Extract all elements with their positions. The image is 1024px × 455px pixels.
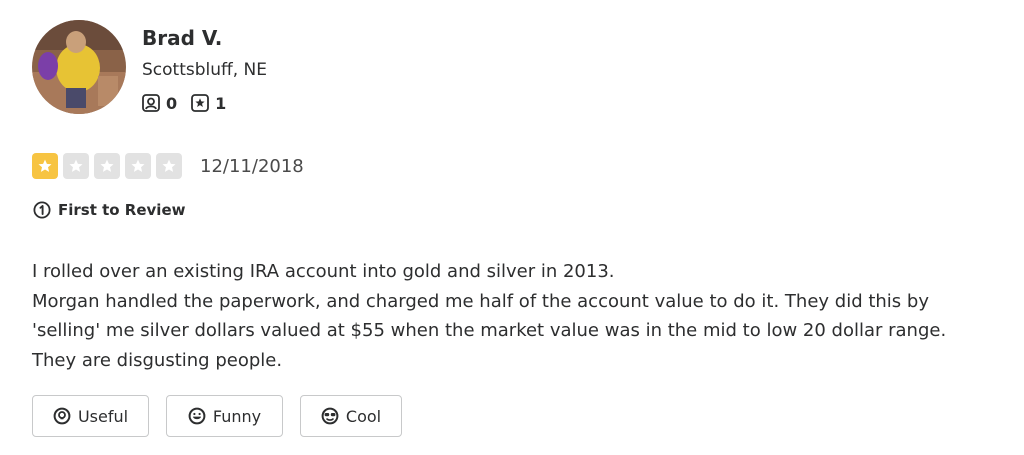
friends-stat: 0 [142,94,177,113]
review-paragraph: They are disgusting people. [32,349,283,371]
user-location: Scottsbluff, NE [142,60,267,80]
first-to-review-badge: First to Review [33,201,185,219]
friends-icon [142,94,160,112]
user-stats: 0 1 [142,91,226,115]
avatar-photo [32,20,126,114]
first-to-review-icon [33,201,51,219]
useful-label: Useful [77,406,129,426]
funny-face-icon [188,407,206,425]
star-icon [63,153,89,179]
cool-label: Cool [345,406,382,426]
reviews-count: 1 [215,93,227,113]
review-date: 12/11/2018 [200,156,304,177]
funny-label: Funny [212,406,262,426]
user-name[interactable]: Brad V. [142,24,222,52]
first-to-review-label: First to Review [58,201,186,219]
star-icon [32,153,58,179]
review-text: I rolled over an existing IRA account in… [32,257,1002,375]
review-paragraph: I rolled over an existing IRA account in… [32,261,615,282]
cool-button[interactable]: Cool [300,395,402,437]
funny-button[interactable]: Funny [166,395,283,437]
star-icon [94,153,120,179]
useful-button[interactable]: Useful [32,395,149,437]
review-star-icon [191,94,210,112]
star-rating [32,153,187,179]
star-icon [156,153,182,179]
user-avatar[interactable] [32,20,126,114]
star-icon [125,153,151,179]
review-paragraph: Morgan handled the paperwork, and charge… [32,290,947,342]
reviews-stat: 1 [191,94,226,113]
friends-count: 0 [166,93,178,113]
reaction-buttons: Useful Funny Cool [32,395,402,437]
useful-lightbulb-icon [53,407,71,425]
cool-sunglasses-icon [321,407,339,425]
